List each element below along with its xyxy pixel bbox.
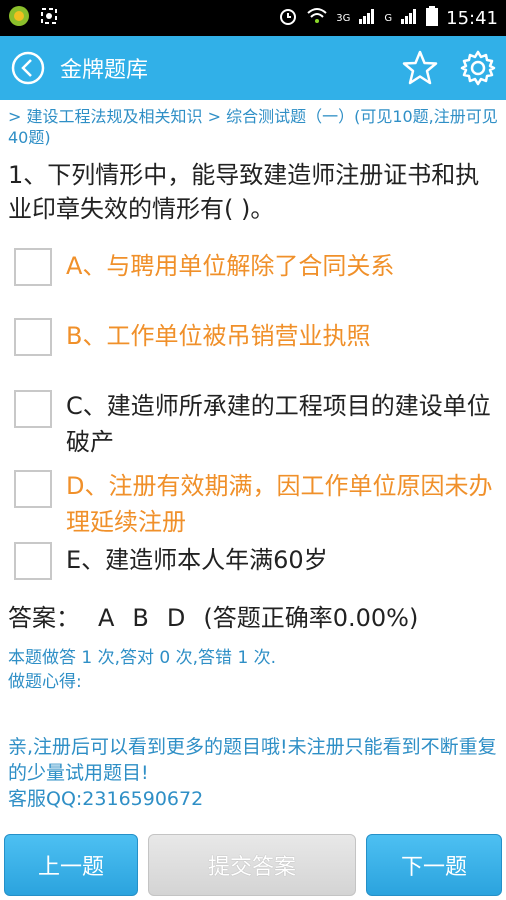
option-e[interactable]: E、建造师本人年满60岁 <box>14 542 500 580</box>
status-bar: 3G G 15:41 <box>0 0 506 36</box>
notice-text: 亲,注册后可以看到更多的题目哦!未注册只能看到不断重复的少量试用题目! <box>8 736 497 784</box>
next-question-button[interactable]: 下一题 <box>366 834 502 896</box>
option-c[interactable]: C、建造师所承建的工程项目的建设单位破产 <box>14 388 500 460</box>
submit-answer-button[interactable]: 提交答案 <box>148 834 356 896</box>
option-e-label[interactable]: E、建造师本人年满60岁 <box>66 542 328 578</box>
answer-letter-a: A <box>98 604 115 632</box>
signal-icon <box>358 7 376 29</box>
alarm-icon <box>278 6 298 30</box>
favorite-button[interactable] <box>400 48 440 88</box>
customer-service-qq: 客服QQ:2316590672 <box>8 788 204 810</box>
option-d[interactable]: D、注册有效期满，因工作单位原因未办理延续注册 <box>14 468 500 540</box>
option-a[interactable]: A、与聘用单位解除了合同关系 <box>14 248 500 286</box>
page-title: 金牌题库 <box>60 58 149 83</box>
checkbox-d[interactable] <box>14 470 52 508</box>
back-circle-icon <box>11 51 45 85</box>
option-a-label[interactable]: A、与聘用单位解除了合同关系 <box>66 248 394 284</box>
back-button[interactable] <box>8 48 48 88</box>
question-text: 1、下列情形中，能导致建造师注册证书和执业印章失效的情形有( )。 <box>8 161 480 223</box>
option-d-label[interactable]: D、注册有效期满，因工作单位原因未办理延续注册 <box>66 468 498 540</box>
answer-rate: (答题正确率0.00%) <box>203 604 419 632</box>
clock: 15:41 <box>446 7 498 29</box>
answer-letter-d: D <box>166 604 186 632</box>
gear-icon <box>460 50 496 86</box>
signal-icon-2 <box>400 7 418 29</box>
stats-line: 本题做答 1 次,答对 0 次,答错 1 次. <box>8 648 277 668</box>
screenshot-icon <box>40 7 58 29</box>
checkbox-e[interactable] <box>14 542 52 580</box>
prev-question-button[interactable]: 上一题 <box>4 834 138 896</box>
answer-prefix: 答案： <box>8 604 80 632</box>
option-b-label[interactable]: B、工作单位被吊销营业执照 <box>66 318 370 354</box>
app-icon <box>8 5 30 31</box>
checkbox-a[interactable] <box>14 248 52 286</box>
network-3g: 3G <box>336 12 351 24</box>
checkbox-b[interactable] <box>14 318 52 356</box>
register-notice: 亲,注册后可以看到更多的题目哦!未注册只能看到不断重复的少量试用题目! 客服QQ… <box>8 734 500 812</box>
title-bar: 金牌题库 <box>0 36 506 100</box>
wifi-icon <box>306 7 328 29</box>
answer-row: 答案： A B D (答题正确率0.00%) <box>8 600 500 636</box>
notes-label: 做题心得: <box>8 672 82 692</box>
answer-stats: 本题做答 1 次,答对 0 次,答错 1 次. 做题心得: <box>8 646 276 694</box>
settings-button[interactable] <box>458 48 498 88</box>
bottom-bar: 上一题 提交答案 下一题 <box>0 830 506 900</box>
breadcrumb[interactable]: > 建设工程法规及相关知识 > 综合测试题（一）(可见10题,注册可见40题) <box>8 106 498 148</box>
answer-letter-b: B <box>132 604 149 632</box>
network-g: G <box>384 12 393 24</box>
checkbox-c[interactable] <box>14 390 52 428</box>
battery-icon <box>426 6 439 30</box>
option-b[interactable]: B、工作单位被吊销营业执照 <box>14 318 500 356</box>
star-icon <box>402 50 438 85</box>
option-c-label[interactable]: C、建造师所承建的工程项目的建设单位破产 <box>66 388 496 460</box>
